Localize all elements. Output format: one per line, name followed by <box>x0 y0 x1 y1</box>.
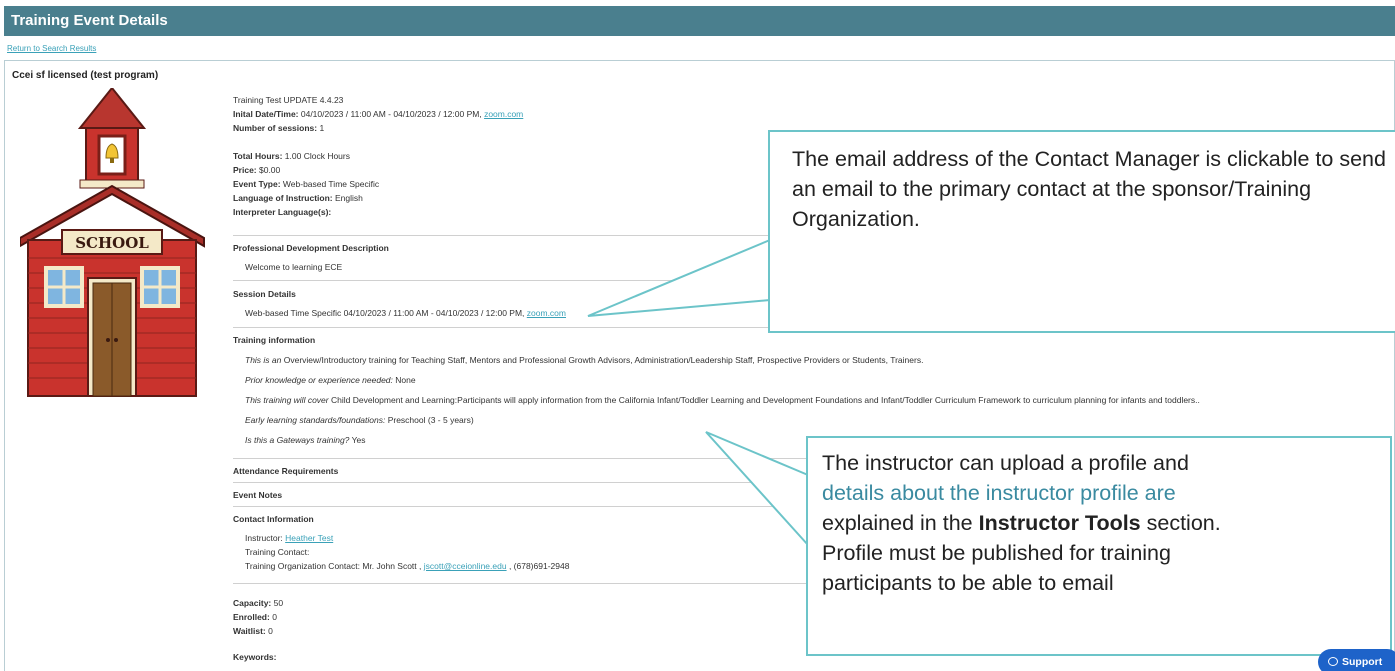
chat-bubble-icon <box>1328 657 1338 666</box>
contact-manager-callout: The email address of the Contact Manager… <box>768 130 1395 333</box>
instructor-profile-callout: The instructor can upload a profile and … <box>806 436 1392 656</box>
support-button[interactable]: Support <box>1318 649 1395 671</box>
